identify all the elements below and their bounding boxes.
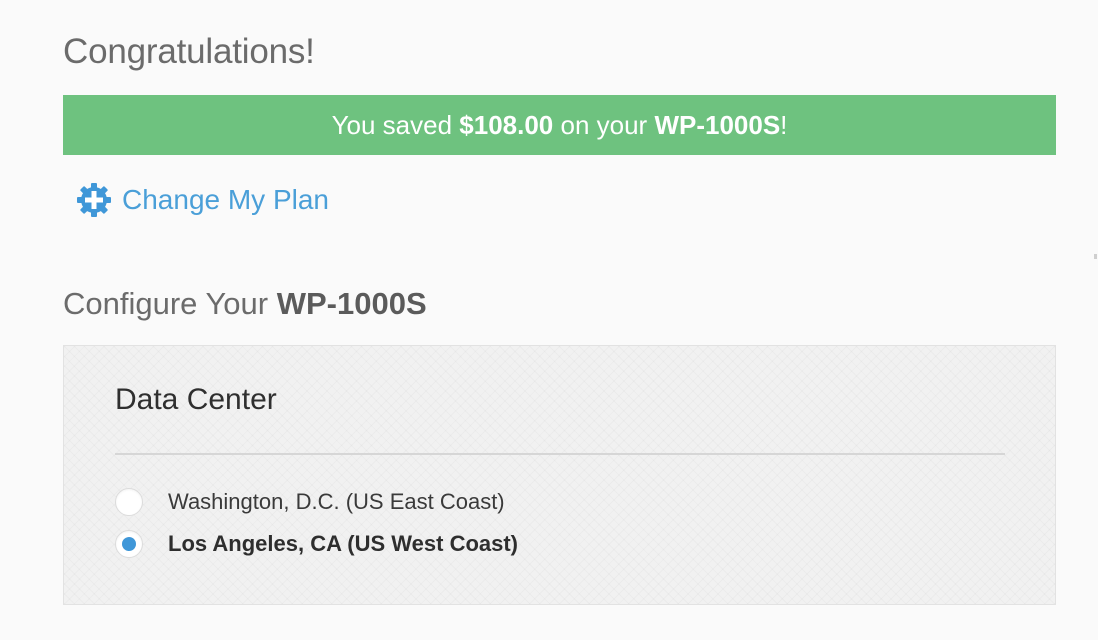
data-center-panel: Data Center Washington, D.C. (US East Co… xyxy=(63,345,1056,605)
savings-prefix: You saved xyxy=(331,109,460,140)
scroll-edge-mark xyxy=(1094,254,1097,259)
radio-washington[interactable] xyxy=(115,488,143,516)
data-center-heading: Data Center xyxy=(115,383,277,416)
configure-title-prefix: Configure Your xyxy=(63,286,277,321)
divider xyxy=(115,453,1005,455)
change-my-plan-link[interactable]: Change My Plan xyxy=(76,182,329,218)
option-label-los-angeles: Los Angeles, CA (US West Coast) xyxy=(168,531,519,556)
savings-product: WP-1000S xyxy=(654,109,781,140)
change-my-plan-label: Change My Plan xyxy=(122,184,330,215)
option-label-washington: Washington, D.C. (US East Coast) xyxy=(168,489,505,514)
data-center-option-los-angeles[interactable]: Los Angeles, CA (US West Coast) xyxy=(115,530,518,558)
radio-dot xyxy=(122,537,136,551)
page-title: Congratulations! xyxy=(63,32,315,71)
configure-title: Configure Your WP-1000S xyxy=(63,286,427,322)
savings-suffix: ! xyxy=(780,109,788,140)
gear-plus-icon xyxy=(76,182,112,218)
configure-title-product: WP-1000S xyxy=(276,286,427,321)
savings-amount: $108.00 xyxy=(459,109,554,140)
data-center-option-washington[interactable]: Washington, D.C. (US East Coast) xyxy=(115,488,505,516)
savings-banner: You saved $108.00 on your WP-1000S! xyxy=(63,95,1056,155)
savings-middle: on your xyxy=(553,109,655,140)
radio-los-angeles[interactable] xyxy=(115,530,143,558)
